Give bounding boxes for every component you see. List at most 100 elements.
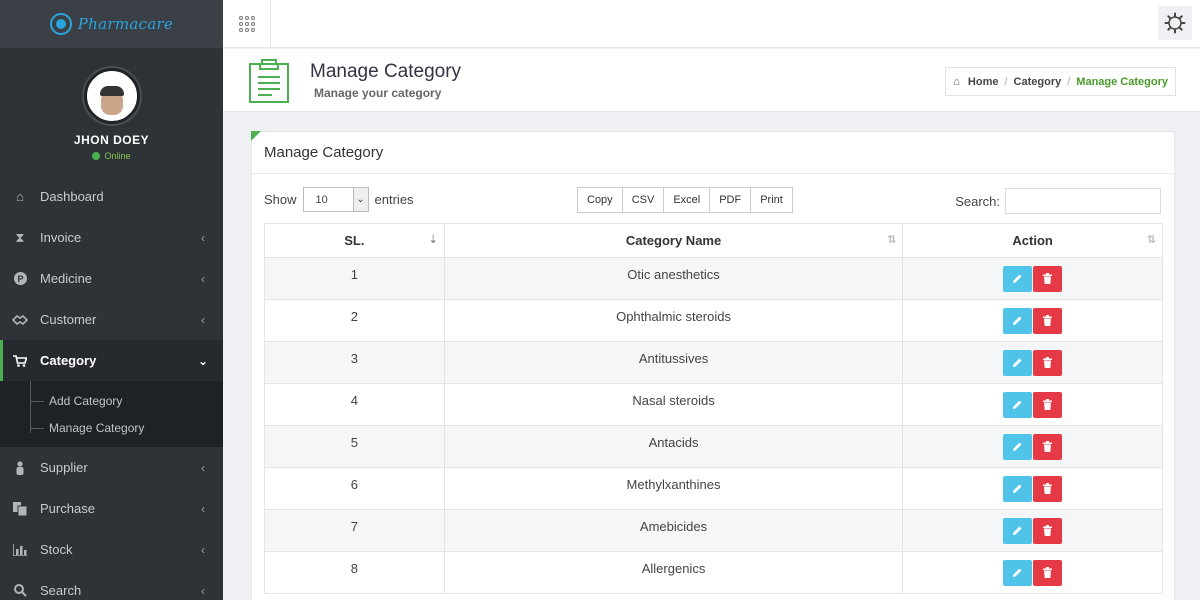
cell-category-name: Allergenics <box>443 551 904 594</box>
status-badge: Online <box>92 151 131 161</box>
column-action[interactable]: Action ⇅ <box>902 223 1163 258</box>
table-body: 1 Otic anesthetics 2 Ophthalmic steroids 3 An… <box>264 257 1163 594</box>
search-input[interactable] <box>1005 188 1161 214</box>
sidebar-item-customer[interactable]: Customer ‹ <box>0 299 223 340</box>
breadcrumb-home[interactable]: Home <box>968 76 999 88</box>
delete-button[interactable] <box>1033 266 1063 292</box>
sidebar-item-label: Supplier <box>40 460 88 475</box>
edit-button[interactable] <box>1003 392 1033 418</box>
delete-button[interactable] <box>1033 308 1063 334</box>
pencil-icon <box>1013 484 1022 493</box>
breadcrumb-category[interactable]: Category <box>1014 76 1062 88</box>
entries-value: 10 <box>315 193 328 206</box>
brand-logo[interactable]: Pharmacare <box>0 0 223 48</box>
edit-button[interactable] <box>1003 350 1033 376</box>
pencil-icon <box>1013 526 1022 535</box>
edit-button[interactable] <box>1003 518 1033 544</box>
cell-sl: 4 <box>264 383 445 426</box>
delete-button[interactable] <box>1033 518 1063 544</box>
avatar[interactable] <box>83 68 140 124</box>
delete-button[interactable] <box>1033 350 1063 376</box>
breadcrumb: ⌂ Home / Category / Manage Category <box>945 67 1176 96</box>
table-row: 2 Ophthalmic steroids <box>264 299 1163 342</box>
cell-sl: 5 <box>264 425 445 468</box>
column-label: Action <box>1012 233 1053 248</box>
files-icon <box>12 501 28 517</box>
sidebar-item-label: Search <box>40 583 82 598</box>
delete-button[interactable] <box>1033 560 1063 586</box>
manage-category-card: Manage Category Show 10 ⌄ entries Copy C… <box>251 131 1175 600</box>
sidebar-menu: ⌂ Dashboard ⧗ Invoice ‹ P Medicine ‹ Cus… <box>0 176 223 381</box>
edit-button[interactable] <box>1003 308 1033 334</box>
table-row: 4 Nasal steroids <box>264 383 1163 426</box>
csv-button[interactable]: CSV <box>621 187 665 213</box>
delete-button[interactable] <box>1033 434 1063 460</box>
svg-text:P: P <box>17 274 23 284</box>
edit-button[interactable] <box>1003 476 1033 502</box>
column-label: SL. <box>344 233 365 248</box>
export-buttons: Copy CSV Excel PDF Print <box>577 187 793 213</box>
search-icon <box>12 583 28 599</box>
sidebar-item-supplier[interactable]: Supplier ‹ <box>0 447 223 488</box>
sidebar-item-label: Purchase <box>40 501 95 516</box>
column-category-name[interactable]: Category Name ⇅ <box>443 223 904 258</box>
entries-select[interactable]: 10 ⌄ <box>302 187 369 212</box>
card-title: Manage Category <box>252 132 1174 174</box>
edit-button[interactable] <box>1003 434 1033 460</box>
submenu-add-category[interactable]: Add Category <box>0 387 223 414</box>
person-icon <box>12 460 28 476</box>
cell-sl: 2 <box>264 299 445 342</box>
sidebar-item-search[interactable]: Search ‹ <box>0 570 223 600</box>
sidebar-item-stock[interactable]: Stock ‹ <box>0 529 223 570</box>
trash-icon <box>1043 273 1053 284</box>
cell-action <box>902 425 1163 468</box>
user-profile: JHON DOEY Online <box>0 48 223 176</box>
edit-button[interactable] <box>1003 560 1033 586</box>
bar-chart-icon <box>12 542 28 558</box>
cell-action <box>902 467 1163 510</box>
user-name: JHON DOEY <box>73 133 150 147</box>
breadcrumb-separator: / <box>1067 75 1071 88</box>
table-row: 8 Allergenics <box>264 551 1163 594</box>
sidebar-item-label: Customer <box>40 312 97 327</box>
cell-category-name: Nasal steroids <box>443 383 904 426</box>
clipboard-icon <box>249 59 289 103</box>
delete-button[interactable] <box>1033 392 1063 418</box>
pdf-button[interactable]: PDF <box>709 187 752 213</box>
column-label: Category Name <box>625 233 722 248</box>
sidebar-item-invoice[interactable]: ⧗ Invoice ‹ <box>0 217 223 258</box>
cart-icon <box>12 353 28 369</box>
edit-button[interactable] <box>1003 266 1033 292</box>
table-row: 6 Methylxanthines <box>264 467 1163 510</box>
pencil-icon <box>1013 358 1022 367</box>
sidebar-item-purchase[interactable]: Purchase ‹ <box>0 488 223 529</box>
cell-action <box>902 257 1163 300</box>
home-icon: ⌂ <box>16 189 24 204</box>
column-sl[interactable]: SL. ⇣ <box>264 223 445 258</box>
chevron-left-icon: ‹ <box>201 501 205 516</box>
submenu-manage-category[interactable]: Manage Category <box>0 414 223 441</box>
settings-button[interactable] <box>1158 6 1192 40</box>
sidebar: Pharmacare JHON DOEY Online ⌂ Dashboard … <box>0 0 223 600</box>
table-row: 7 Amebicides <box>264 509 1163 552</box>
delete-button[interactable] <box>1033 476 1063 502</box>
cell-category-name: Methylxanthines <box>443 467 904 510</box>
sidebar-item-medicine[interactable]: P Medicine ‹ <box>0 258 223 299</box>
cell-category-name: Amebicides <box>443 509 904 552</box>
table-controls: Show 10 ⌄ entries Copy CSV Excel PDF Pri… <box>252 174 1174 224</box>
copy-button[interactable]: Copy <box>577 187 623 213</box>
sidebar-item-dashboard[interactable]: ⌂ Dashboard <box>0 176 223 217</box>
print-button[interactable]: Print <box>750 187 793 213</box>
chevron-left-icon: ‹ <box>201 542 205 557</box>
apps-grid-button[interactable] <box>223 0 271 48</box>
excel-button[interactable]: Excel <box>663 187 711 213</box>
online-dot-icon <box>92 152 101 160</box>
cell-action <box>902 341 1163 384</box>
category-submenu: Add Category Manage Category <box>0 381 223 447</box>
table-row: 5 Antacids <box>264 425 1163 468</box>
trash-icon <box>1043 315 1053 326</box>
gear-icon <box>1164 12 1186 34</box>
sidebar-item-category[interactable]: Category ⌄ <box>0 340 223 381</box>
brand-name: Pharmacare <box>77 15 174 33</box>
chevron-down-icon: ⌄ <box>197 353 209 368</box>
